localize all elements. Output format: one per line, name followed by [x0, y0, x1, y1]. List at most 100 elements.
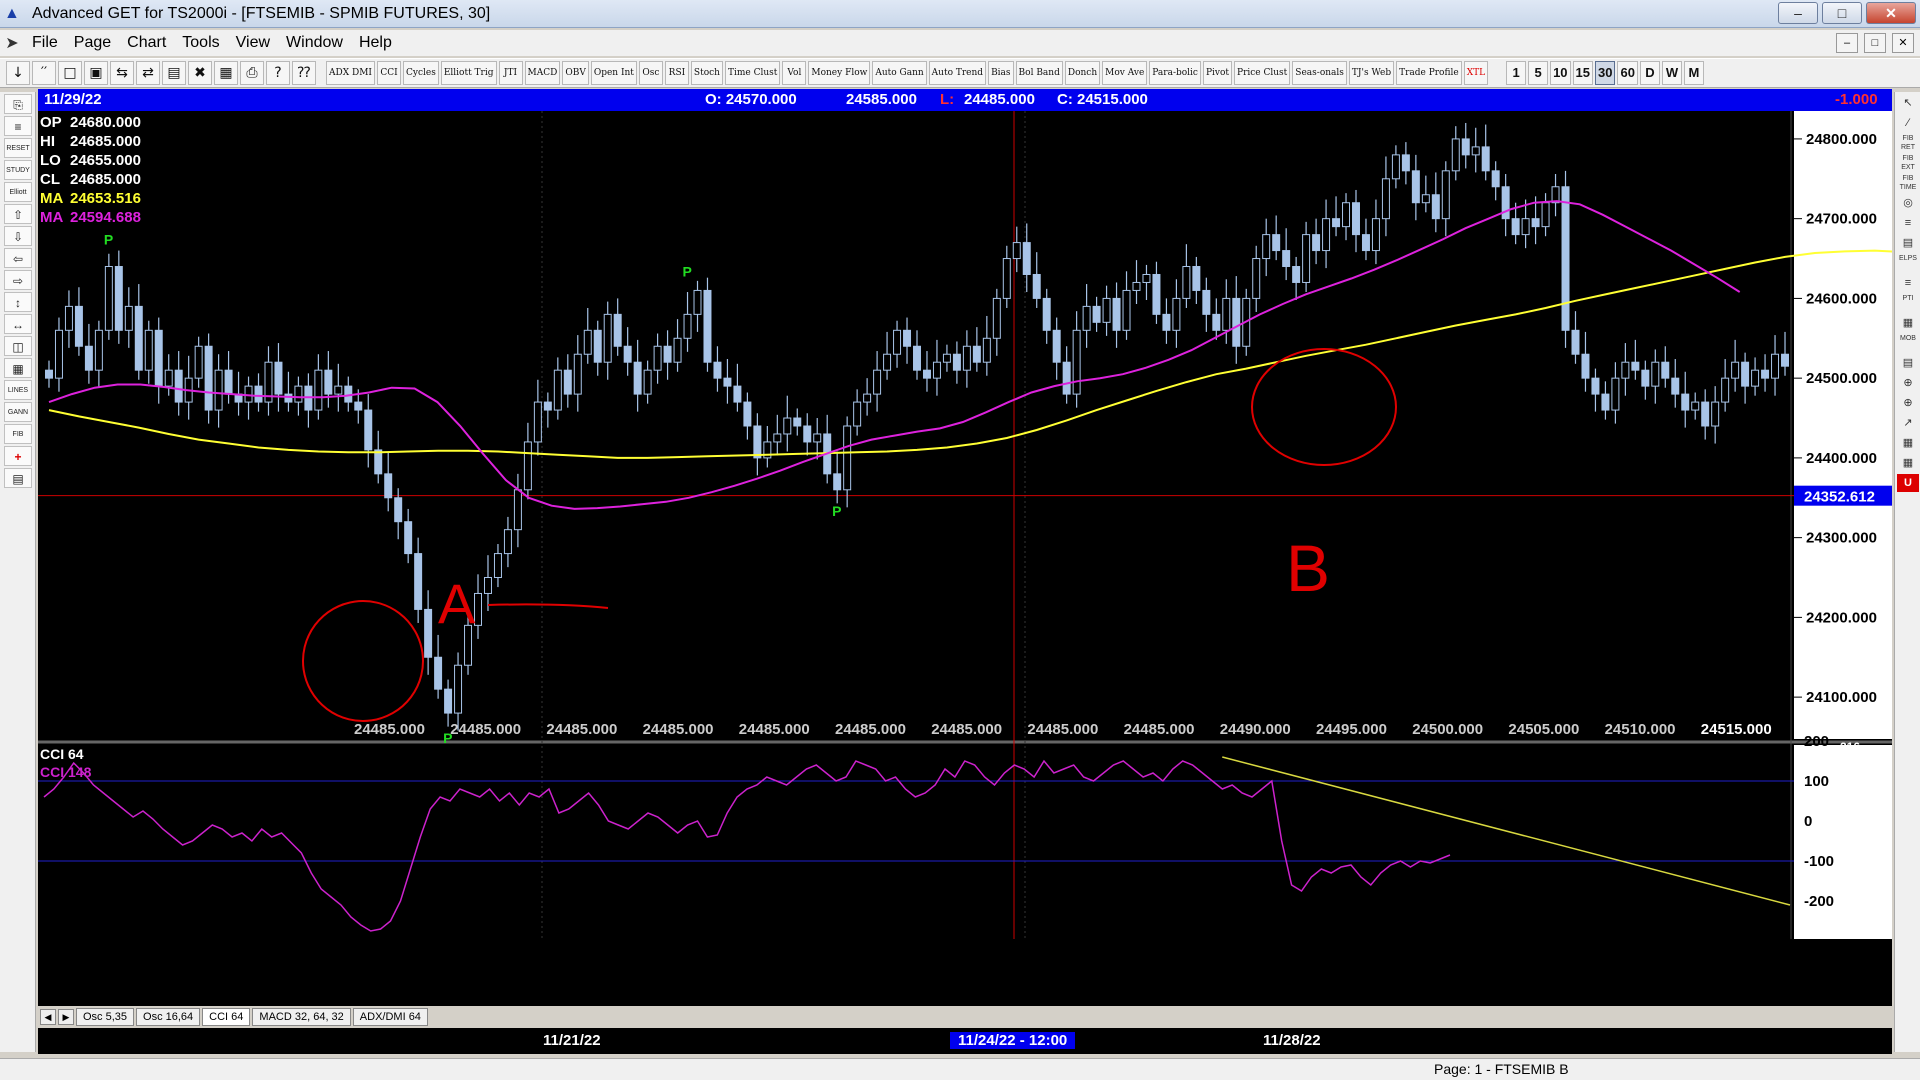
study-button-time-clust[interactable]: Time Clust: [724, 61, 781, 85]
study-button-tj-s-web[interactable]: TJ's Web: [1348, 61, 1395, 85]
left-tool-icon[interactable]: ↔: [4, 314, 32, 334]
right-tool-icon[interactable]: MOB: [1897, 334, 1919, 352]
study-button-cci[interactable]: CCI: [376, 61, 401, 85]
right-tool-icon[interactable]: ⊕: [1897, 374, 1919, 392]
menu-pin-icon[interactable]: ➤: [0, 33, 24, 53]
left-tool-icon[interactable]: ◫: [4, 336, 32, 356]
study-button-auto-trend[interactable]: Auto Trend: [928, 61, 987, 85]
maximize-button[interactable]: □: [1822, 2, 1862, 24]
toolbar-file-button-icon[interactable]: □: [58, 61, 82, 85]
right-tool-icon[interactable]: ↗: [1897, 414, 1919, 432]
left-tool-icon[interactable]: ⇨: [4, 270, 32, 290]
chart-area[interactable]: 24800.000 24700.000 24600.000 24500.000 2440…: [38, 111, 1892, 939]
right-tool-icon[interactable]: ▦: [1897, 314, 1919, 332]
study-button-adx-dmi[interactable]: ADX DMI: [326, 61, 375, 85]
period-button-60[interactable]: 60: [1617, 61, 1638, 85]
right-tool-icon[interactable]: ▦: [1897, 434, 1919, 452]
study-button-obv[interactable]: OBV: [562, 61, 589, 85]
mdi-minimize-button[interactable]: –: [1836, 33, 1858, 53]
study-button-jti[interactable]: JTI: [498, 61, 523, 85]
right-tool-icon[interactable]: FIB RET: [1897, 134, 1919, 152]
menu-chart[interactable]: Chart: [119, 34, 174, 52]
left-tool-icon[interactable]: RESET: [4, 138, 32, 158]
left-tool-icon[interactable]: ▦: [4, 358, 32, 378]
study-button-auto-gann[interactable]: Auto Gann: [872, 61, 927, 85]
period-button-m[interactable]: M: [1683, 61, 1704, 85]
period-button-w[interactable]: W: [1661, 61, 1682, 85]
left-tool-icon[interactable]: ⇧: [4, 204, 32, 224]
left-tool-icon[interactable]: STUDY: [4, 160, 32, 180]
tab-adx-dmi[interactable]: ADX/DMI 64: [352, 1008, 428, 1026]
toolbar-file-button-icon[interactable]: ▣: [84, 61, 108, 85]
study-button-bias[interactable]: Bias: [988, 61, 1014, 85]
minimize-button[interactable]: –: [1778, 2, 1818, 24]
study-button-bol-band[interactable]: Bol Band: [1015, 61, 1063, 85]
toolbar-file-button-icon[interactable]: ⁇: [292, 61, 316, 85]
left-tool-icon[interactable]: ≡: [4, 116, 32, 136]
left-tool-icon[interactable]: ↕: [4, 292, 32, 312]
study-button-mov-ave[interactable]: Mov Ave: [1102, 61, 1148, 85]
study-button-open-int[interactable]: Open Int: [590, 61, 637, 85]
mdi-restore-button[interactable]: □: [1864, 33, 1886, 53]
tab-cci-64[interactable]: CCI 64: [202, 1008, 251, 1026]
right-tool-icon[interactable]: ▤: [1897, 234, 1919, 252]
left-tool-icon[interactable]: GANN: [4, 402, 32, 422]
study-button-osc[interactable]: Osc: [638, 61, 663, 85]
right-tool-icon[interactable]: ▦: [1897, 454, 1919, 472]
close-button[interactable]: ✕: [1866, 2, 1916, 24]
right-tool-icon[interactable]: ⊕: [1897, 394, 1919, 412]
right-tool-icon[interactable]: FIB TIME: [1897, 174, 1919, 192]
left-tool-icon[interactable]: ⇩: [4, 226, 32, 246]
menu-tools[interactable]: Tools: [174, 34, 227, 52]
mdi-close-button[interactable]: ✕: [1892, 33, 1914, 53]
period-button-5[interactable]: 5: [1528, 61, 1549, 85]
study-button-trade-profile[interactable]: Trade Profile: [1396, 61, 1462, 85]
tab-osc-5-35[interactable]: Osc 5,35: [76, 1008, 135, 1026]
menu-help[interactable]: Help: [351, 34, 400, 52]
study-button-xtl[interactable]: XTL: [1463, 61, 1489, 85]
period-button-d[interactable]: D: [1639, 61, 1660, 85]
period-button-10[interactable]: 10: [1550, 61, 1571, 85]
toolbar-file-button-icon[interactable]: ?: [266, 61, 290, 85]
left-tool-icon[interactable]: Elliott: [4, 182, 32, 202]
toolbar-file-button-icon[interactable]: ▤: [162, 61, 186, 85]
toolbar-file-button-icon[interactable]: ▦: [214, 61, 238, 85]
menu-view[interactable]: View: [228, 34, 278, 52]
tab-scroll-left-icon[interactable]: ◀: [40, 1009, 56, 1025]
study-button-para-bolic[interactable]: Para-bolic: [1149, 61, 1201, 85]
period-button-30[interactable]: 30: [1595, 61, 1616, 85]
right-tool-icon[interactable]: ▤: [1897, 354, 1919, 372]
toolbar-file-button-icon[interactable]: ↓: [6, 61, 30, 85]
study-button-stoch[interactable]: Stoch: [690, 61, 723, 85]
study-button-pivot[interactable]: Pivot: [1202, 61, 1233, 85]
right-tool-icon[interactable]: ≡: [1897, 214, 1919, 232]
menu-window[interactable]: Window: [278, 34, 351, 52]
study-button-seas-onals[interactable]: Seas-onals: [1292, 61, 1347, 85]
right-tool-icon[interactable]: ELPS: [1897, 254, 1919, 272]
toolbar-file-button-icon[interactable]: ′′: [32, 61, 56, 85]
toolbar-file-button-icon[interactable]: ⇄: [136, 61, 160, 85]
left-tool-icon[interactable]: ▤: [4, 468, 32, 488]
right-tool-icon[interactable]: ∕: [1897, 114, 1919, 132]
period-button-1[interactable]: 1: [1506, 61, 1527, 85]
study-button-vol[interactable]: Vol: [782, 61, 807, 85]
tab-scroll-right-icon[interactable]: ▶: [58, 1009, 74, 1025]
right-tool-icon[interactable]: ◎: [1897, 194, 1919, 212]
right-tool-icon[interactable]: FIB EXT: [1897, 154, 1919, 172]
tab-osc-16-64[interactable]: Osc 16,64: [136, 1008, 201, 1026]
left-tool-icon[interactable]: +: [4, 446, 32, 466]
tab-macd[interactable]: MACD 32, 64, 32: [252, 1008, 351, 1026]
toolbar-file-button-icon[interactable]: ✖: [188, 61, 212, 85]
left-tool-icon[interactable]: FIB: [4, 424, 32, 444]
toolbar-file-button-icon[interactable]: ⇆: [110, 61, 134, 85]
menu-page[interactable]: Page: [66, 34, 119, 52]
study-button-elliott-trig[interactable]: Elliott Trig: [440, 61, 497, 85]
left-tool-icon[interactable]: LINES: [4, 380, 32, 400]
toolbar-file-button-icon[interactable]: ⎙: [240, 61, 264, 85]
study-button-cycles[interactable]: Cycles: [402, 61, 439, 85]
period-button-15[interactable]: 15: [1572, 61, 1594, 85]
right-tool-icon[interactable]: U: [1897, 474, 1919, 492]
left-tool-icon[interactable]: ⇦: [4, 248, 32, 268]
study-button-rsi[interactable]: RSI: [664, 61, 689, 85]
right-tool-icon[interactable]: PTI: [1897, 294, 1919, 312]
